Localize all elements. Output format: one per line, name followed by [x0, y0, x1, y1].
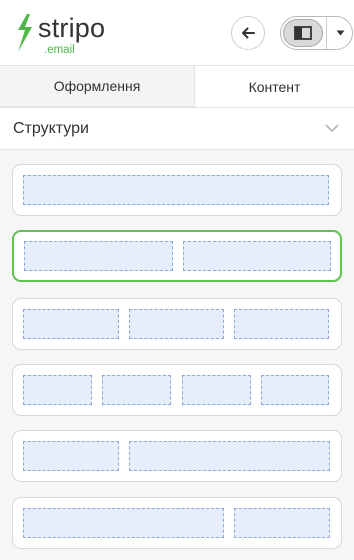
- column-placeholder: [24, 241, 173, 271]
- column-placeholder: [23, 375, 92, 405]
- structure-4-columns[interactable]: [12, 364, 342, 416]
- panel-tabs: Оформлення Контент: [0, 65, 354, 107]
- brand-suffix: .email: [44, 44, 75, 56]
- caret-down-icon: [336, 30, 344, 36]
- column-placeholder: [129, 309, 224, 339]
- tab-design[interactable]: Оформлення: [0, 66, 195, 107]
- back-button[interactable]: [231, 16, 265, 50]
- column-placeholder: [261, 375, 329, 405]
- tab-content[interactable]: Контент: [195, 66, 354, 107]
- stripo-logo[interactable]: stripo .email: [12, 10, 132, 56]
- column-placeholder: [23, 309, 119, 339]
- brand-name: stripo: [38, 13, 106, 43]
- structure-1-column[interactable]: [12, 164, 342, 216]
- layout-dropdown-button[interactable]: [327, 17, 352, 49]
- section-title: Структури: [13, 120, 89, 137]
- column-placeholder: [234, 508, 330, 538]
- structure-3-columns[interactable]: [12, 298, 342, 350]
- column-placeholder: [182, 375, 251, 405]
- structure-2-3-1-3-columns[interactable]: [12, 497, 342, 549]
- structure-1-3-2-3-columns[interactable]: [12, 430, 342, 482]
- arrow-left-icon: [242, 27, 255, 39]
- sidebar-layout-icon: [294, 26, 312, 40]
- layout-switcher[interactable]: [280, 16, 353, 50]
- layout-view-button[interactable]: [283, 19, 323, 47]
- structures-list: [0, 150, 354, 560]
- column-placeholder: [23, 175, 329, 205]
- stripo-logo-icon: [18, 14, 32, 52]
- structure-2-columns[interactable]: [12, 230, 342, 282]
- chevron-down-icon: [325, 124, 339, 133]
- column-placeholder: [183, 241, 331, 271]
- column-placeholder: [23, 508, 224, 538]
- structures-section-header[interactable]: Структури: [0, 107, 354, 150]
- app-header: stripo .email: [0, 0, 354, 65]
- column-placeholder: [129, 441, 330, 471]
- column-placeholder: [102, 375, 171, 405]
- column-placeholder: [234, 309, 329, 339]
- column-placeholder: [23, 441, 119, 471]
